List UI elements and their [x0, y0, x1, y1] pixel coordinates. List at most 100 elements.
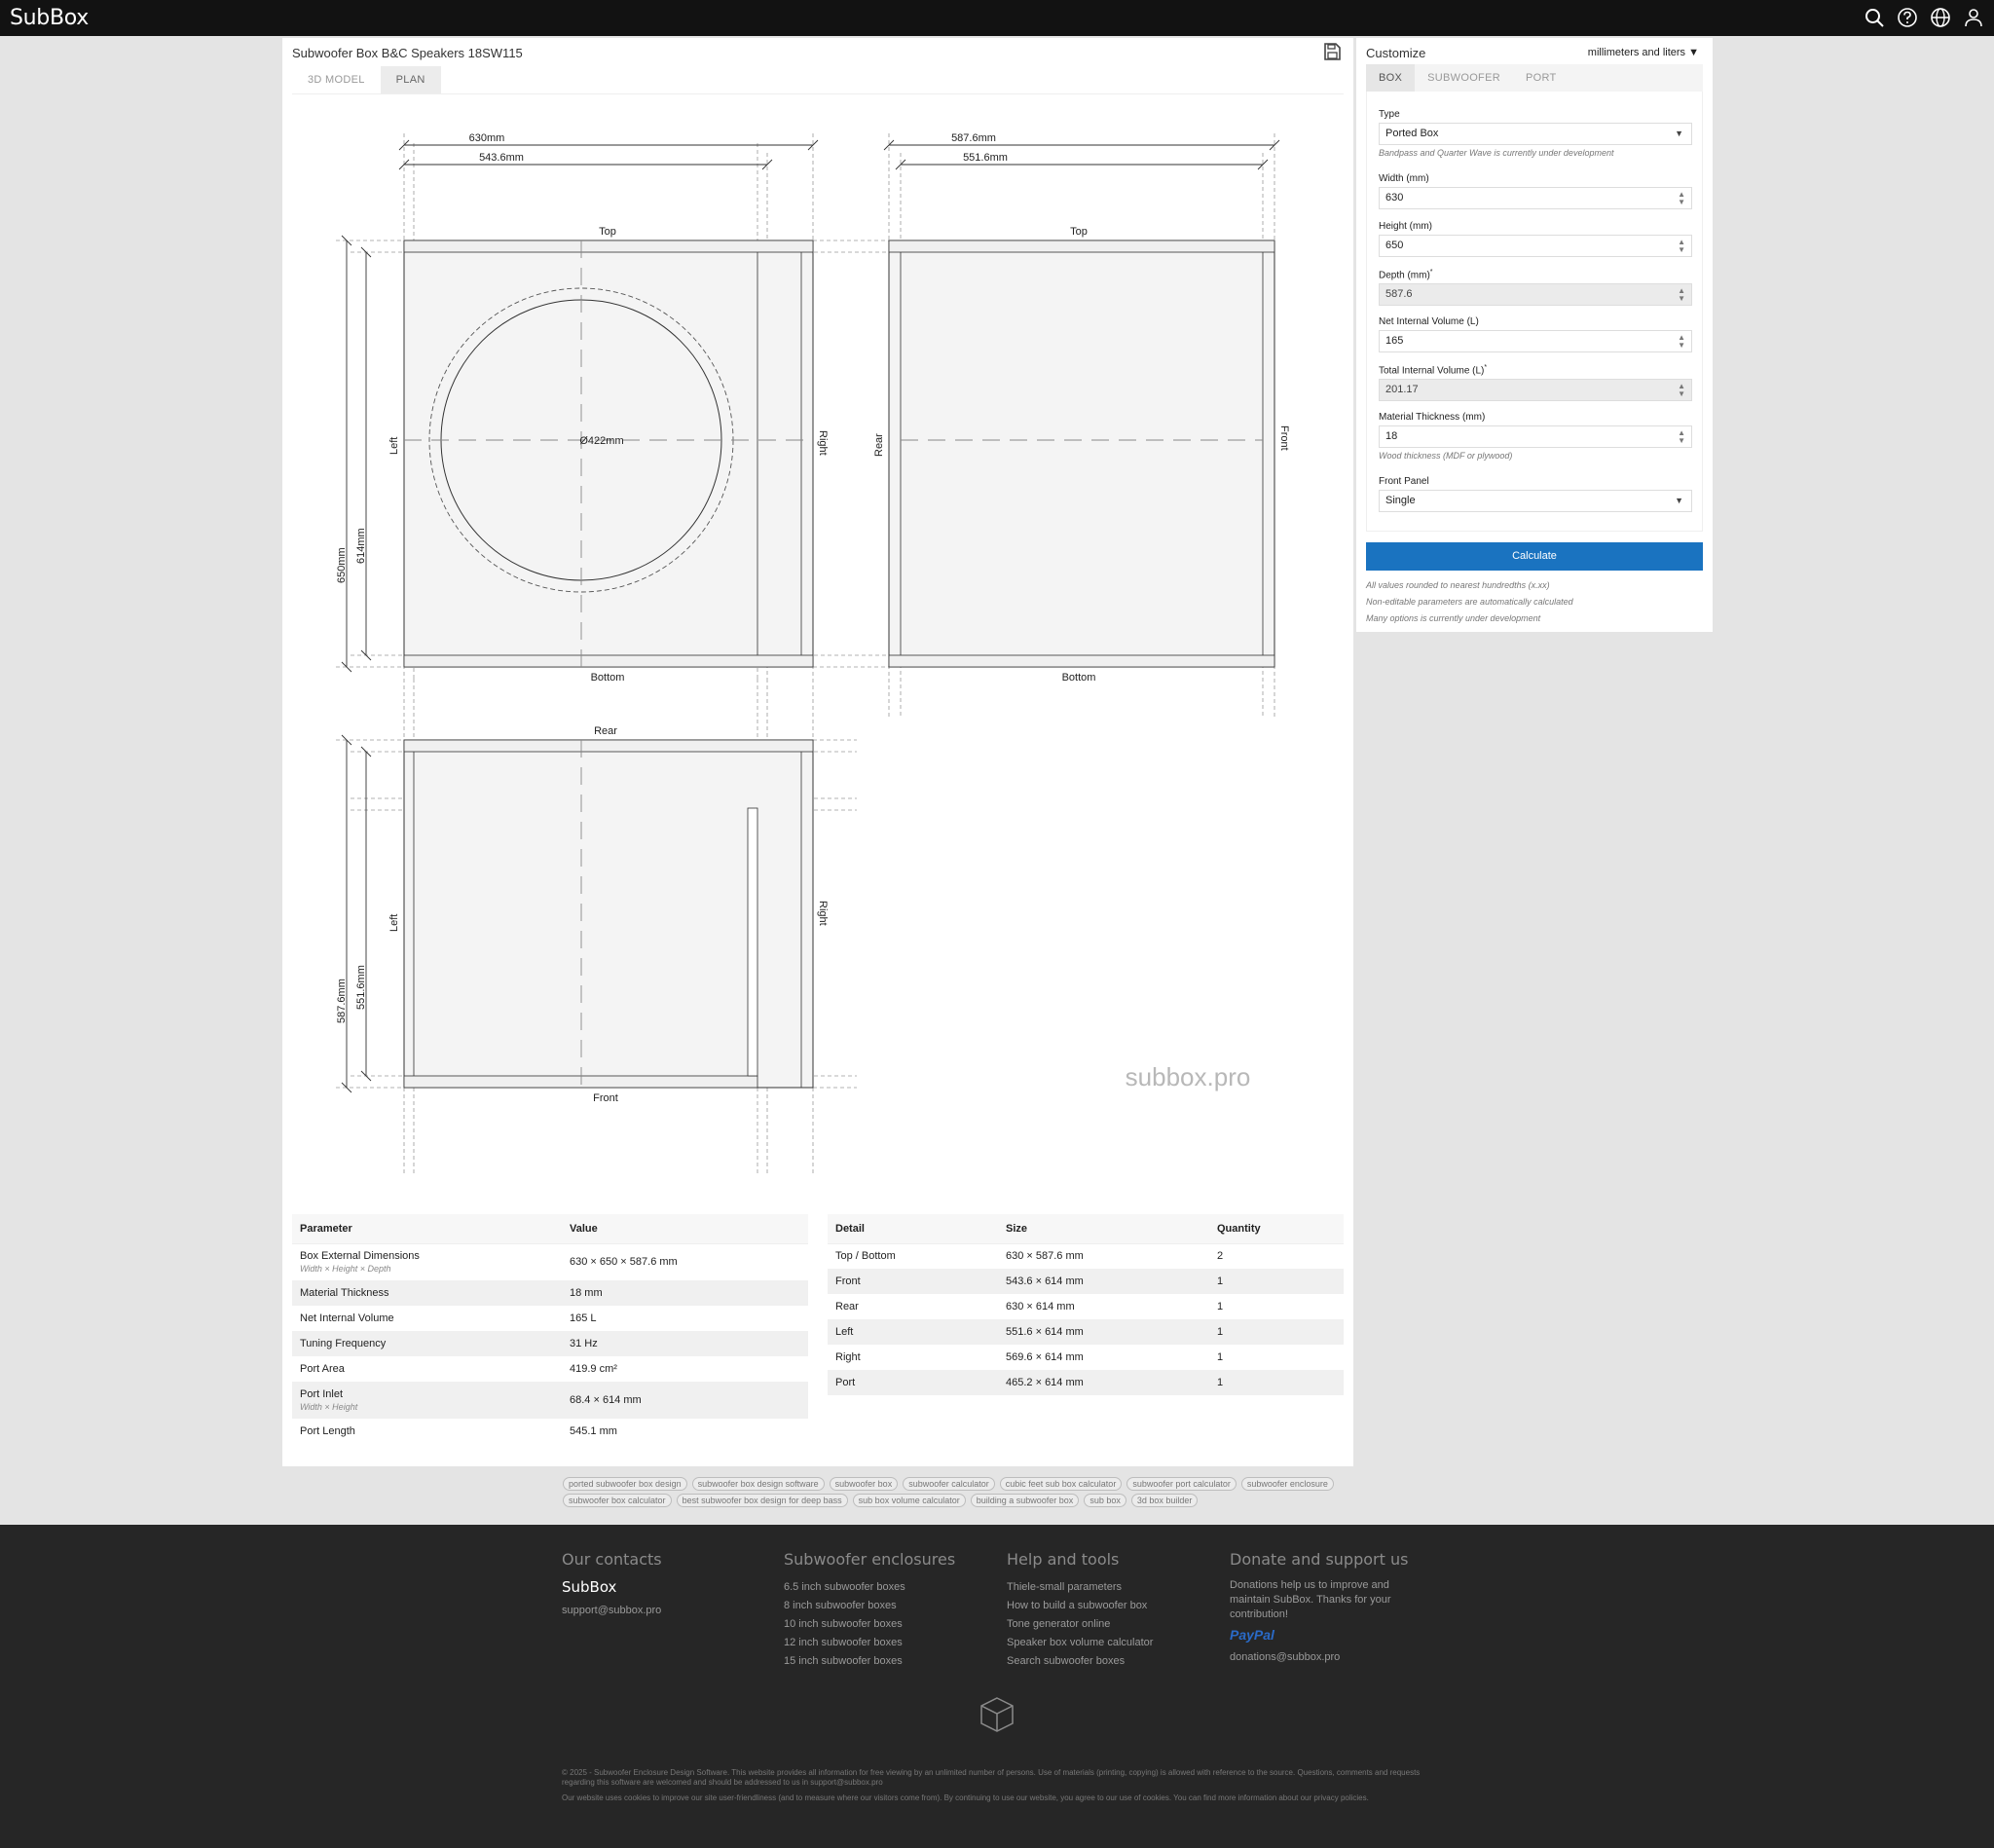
footer-link[interactable]: 10 inch subwoofer boxes [784, 1615, 955, 1634]
detail-name: Left [828, 1319, 998, 1345]
detail-header-quantity: Quantity [1209, 1214, 1344, 1244]
width-input[interactable]: 630 ▲ ▼ [1379, 187, 1692, 209]
stepper-icon[interactable]: ▲ ▼ [1678, 334, 1685, 350]
help-icon[interactable] [1897, 7, 1918, 28]
param-value: 545.1 mm [570, 1425, 617, 1437]
tag[interactable]: 3d box builder [1130, 1494, 1199, 1507]
table-row: Top / Bottom 630 × 587.6 mm 2 [828, 1243, 1344, 1269]
depth-value: 587.6 [1385, 288, 1413, 301]
calculate-button[interactable]: Calculate [1366, 542, 1703, 571]
tag[interactable]: sub box volume calculator [852, 1494, 966, 1507]
top-label-right: Right [817, 901, 829, 926]
view-tabs: 3D MODEL PLAN [292, 66, 441, 93]
box-form: Type Ported Box ▼ Bandpass and Quarter Wa… [1366, 92, 1703, 532]
parameter-table: Parameter Value Box External Dimensions W… [292, 1214, 808, 1444]
tag[interactable]: subwoofer box calculator [563, 1494, 672, 1507]
detail-name: Top / Bottom [835, 1250, 896, 1263]
net-volume-value: 165 [1385, 335, 1404, 347]
tag[interactable]: best subwoofer box design for deep bass [676, 1494, 848, 1507]
footer-link[interactable]: How to build a subwoofer box [1007, 1597, 1153, 1615]
tag[interactable]: cubic feet sub box calculator [999, 1477, 1123, 1491]
footer-link[interactable]: 8 inch subwoofer boxes [784, 1597, 955, 1615]
user-icon[interactable] [1963, 7, 1984, 28]
footer-link[interactable]: Tone generator online [1007, 1615, 1153, 1634]
tag-list: ported subwoofer box design subwoofer bo… [563, 1477, 1420, 1507]
side-label-rear: Rear [873, 433, 885, 457]
logo[interactable]: SubBox [10, 6, 89, 30]
detail-table: Detail Size Quantity Top / Bottom 630 × … [828, 1214, 1344, 1395]
height-input[interactable]: 650 ▲ ▼ [1379, 235, 1692, 257]
donations-email-link[interactable]: donations@subbox.pro [1230, 1648, 1415, 1667]
tag[interactable]: sub box [1084, 1494, 1126, 1507]
front-panel-field: Front Panel Single ▼ [1379, 476, 1692, 512]
footer-link[interactable]: Speaker box volume calculator [1007, 1634, 1153, 1652]
tag[interactable]: subwoofer calculator [903, 1477, 995, 1491]
thickness-hint: Wood thickness (MDF or plywood) [1379, 451, 1513, 461]
height-label: Height (mm) [1379, 221, 1433, 232]
tag[interactable]: subwoofer box [829, 1477, 899, 1491]
detail-header-detail: Detail [828, 1214, 998, 1244]
stepper-icon[interactable]: ▲ ▼ [1678, 191, 1685, 206]
footer-link[interactable]: Search subwoofer boxes [1007, 1652, 1153, 1671]
top-label-left: Left [388, 914, 400, 932]
footer-heading: Subwoofer enclosures [784, 1550, 956, 1569]
contact-email-link[interactable]: support@subbox.pro [562, 1602, 662, 1620]
table-row: Port Inlet Width × Height 68.4 × 614 mm [292, 1382, 808, 1419]
tab-3d-model[interactable]: 3D MODEL [292, 66, 381, 93]
net-volume-input[interactable]: 165 ▲ ▼ [1379, 330, 1692, 352]
footer-link[interactable]: Thiele-small parameters [1007, 1578, 1153, 1597]
type-select[interactable]: Ported Box ▼ [1379, 123, 1692, 145]
front-inner-height-dim: 614mm [355, 528, 367, 564]
stepper-icon[interactable]: ▲ ▼ [1678, 429, 1685, 445]
search-icon[interactable] [1864, 7, 1885, 28]
param-name: Port Area [300, 1363, 345, 1375]
param-value: 165 L [570, 1312, 597, 1324]
net-volume-label: Net Internal Volume (L) [1379, 316, 1479, 327]
param-name: Port Inlet [300, 1388, 344, 1400]
detail-name: Right [835, 1351, 861, 1363]
side-label-bottom: Bottom [1062, 672, 1096, 684]
param-header-value: Value [562, 1214, 808, 1244]
tag[interactable]: building a subwoofer box [970, 1494, 1080, 1507]
side-dim-lines [883, 139, 1280, 170]
detail-name: Rear [835, 1301, 859, 1312]
tab-plan[interactable]: PLAN [380, 66, 441, 93]
table-row: Rear 630 × 614 mm 1 [828, 1294, 1344, 1319]
tag[interactable]: subwoofer port calculator [1126, 1477, 1237, 1491]
tag[interactable]: ported subwoofer box design [563, 1477, 687, 1491]
tab-box[interactable]: BOX [1366, 64, 1416, 92]
footer-contacts: Our contacts SubBox support@subbox.pro [562, 1550, 662, 1620]
total-volume-label: Total Internal Volume (L)* [1379, 364, 1488, 377]
detail-qty: 1 [1217, 1351, 1224, 1363]
stepper-icon: ▲ ▼ [1678, 382, 1685, 399]
cookie-text: Our website uses cookies to improve our … [562, 1793, 1369, 1802]
design-title: Subwoofer Box B&C Speakers 18SW115 [292, 46, 523, 60]
detail-qty: 1 [1209, 1319, 1344, 1345]
legal-text: © 2025 - Subwoofer Enclosure Design Soft… [562, 1768, 1434, 1809]
footer-link[interactable]: 12 inch subwoofer boxes [784, 1634, 955, 1652]
type-label: Type [1379, 109, 1400, 120]
footer-link[interactable]: 15 inch subwoofer boxes [784, 1652, 955, 1671]
front-view [403, 240, 814, 668]
front-panel-select[interactable]: Single ▼ [1379, 490, 1692, 512]
footer-link[interactable]: 6.5 inch subwoofer boxes [784, 1578, 955, 1597]
table-row: Tuning Frequency 31 Hz [292, 1331, 808, 1356]
stepper-icon: ▲ ▼ [1678, 286, 1685, 304]
tab-port[interactable]: PORT [1513, 64, 1569, 92]
top-label-rear: Rear [594, 725, 617, 737]
save-icon[interactable] [1322, 42, 1342, 61]
paypal-logo[interactable]: PayPal [1230, 1627, 1415, 1643]
width-field: Width (mm) 630 ▲ ▼ [1379, 173, 1692, 209]
customize-title: Customize [1366, 46, 1426, 60]
units-select[interactable]: millimeters and liters ▼ [1588, 47, 1699, 58]
thickness-input[interactable]: 18 ▲ ▼ [1379, 425, 1692, 448]
top-dim-lines [341, 734, 372, 1093]
stepper-icon[interactable]: ▲ ▼ [1678, 239, 1685, 254]
tab-subwoofer[interactable]: SUBWOOFER [1415, 64, 1513, 92]
param-value: 419.9 cm² [570, 1363, 617, 1375]
param-name: Box External Dimensions [300, 1250, 420, 1263]
globe-icon[interactable] [1930, 7, 1951, 28]
tag[interactable]: subwoofer box design software [691, 1477, 825, 1491]
tag[interactable]: subwoofer enclosure [1240, 1477, 1334, 1491]
detail-size: 630 × 587.6 mm [1006, 1250, 1084, 1263]
